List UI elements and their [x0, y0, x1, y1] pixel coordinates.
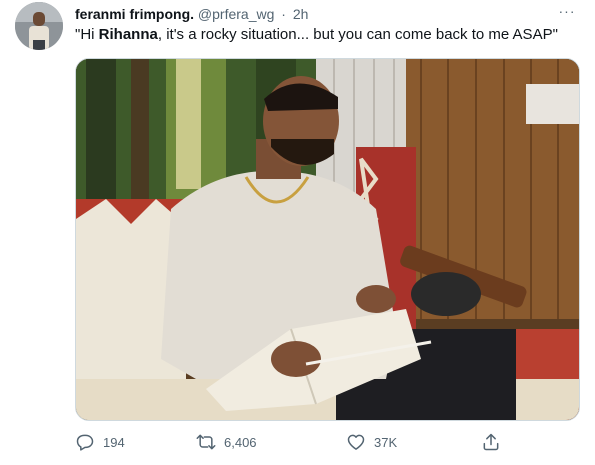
separator-dot: · [281, 6, 286, 22]
tweet-text: "Hi Rihanna, it's a rocky situation... b… [75, 25, 558, 45]
tweet-photo[interactable] [75, 58, 580, 421]
like-button[interactable]: 37K [346, 430, 397, 454]
more-icon[interactable]: ··· [552, 4, 582, 24]
retweet-button[interactable]: 6,406 [196, 430, 257, 454]
timestamp[interactable]: 2h [293, 6, 309, 22]
photo-man-reading-notebook [76, 59, 579, 420]
user-handle[interactable]: @prfera_wg [198, 6, 274, 22]
tweet-header: feranmi frimpong. @prfera_wg · 2h [75, 4, 308, 24]
reply-count: 194 [103, 434, 125, 450]
like-count: 37K [374, 434, 398, 450]
share-icon [481, 432, 501, 452]
retweet-count: 6,406 [224, 434, 257, 450]
tweet-actions: 194 6,406 37K [75, 430, 580, 454]
avatar[interactable] [15, 2, 63, 50]
tweet-text-mention: Rihanna [98, 26, 158, 43]
share-button[interactable] [481, 430, 501, 454]
tweet[interactable]: feranmi frimpong. @prfera_wg · 2h ··· "H… [0, 0, 595, 465]
heart-icon [346, 432, 366, 452]
tweet-text-start: "Hi [75, 26, 99, 43]
display-name[interactable]: feranmi frimpong. [75, 6, 194, 22]
retweet-icon [196, 432, 216, 452]
tweet-text-end: , it's a rocky situation... but you can … [157, 26, 558, 43]
reply-icon [75, 432, 95, 452]
reply-button[interactable]: 194 [75, 430, 125, 454]
